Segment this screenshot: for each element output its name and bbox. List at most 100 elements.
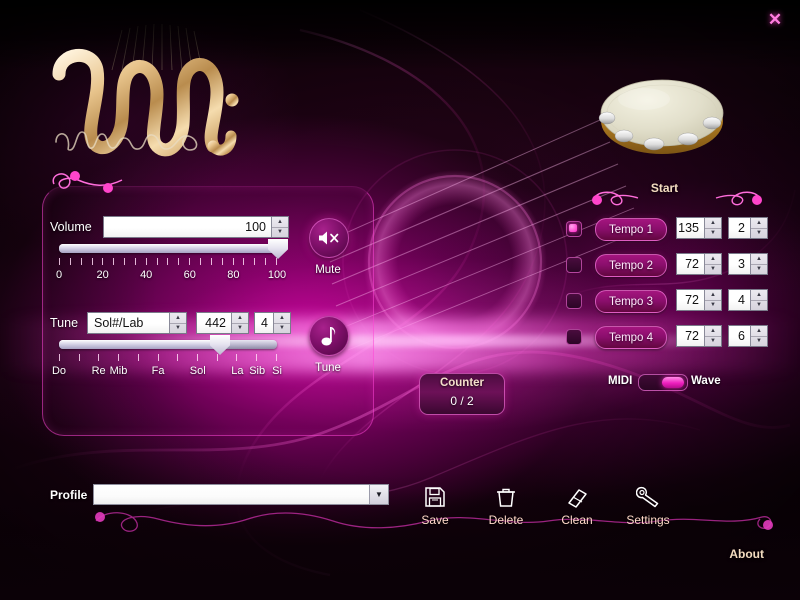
counter-widget: Counter 0 / 2 [419, 373, 505, 415]
tempo-bpm-1[interactable]: 135 ▲ ▼ [676, 217, 722, 239]
tempo-bpm-3-spinner[interactable]: ▲ ▼ [704, 290, 721, 310]
volume-tick-label: 40 [140, 269, 153, 281]
profile-combobox[interactable]: ▼ [93, 484, 389, 505]
tempo-button-4[interactable]: Tempo 4 [595, 326, 667, 349]
tempo-bpm-2-value: 72 [677, 254, 704, 274]
tune-note-input[interactable]: Sol#/Lab ▲ ▼ [87, 312, 187, 334]
tempo-beats-2-spinner-up[interactable]: ▲ [751, 254, 767, 265]
tempo-beats-3-spinner[interactable]: ▲ ▼ [750, 290, 767, 310]
tune-slider-track[interactable] [59, 340, 277, 349]
tune-octave-spinner[interactable]: ▲ ▼ [273, 313, 290, 333]
tune-tick [177, 354, 179, 361]
tempo-button-1[interactable]: Tempo 1 [595, 218, 667, 241]
volume-tick [69, 258, 71, 265]
tempo-bpm-4-spinner-down[interactable]: ▼ [705, 337, 721, 347]
tune-caption: Tune [315, 362, 341, 374]
volume-tick [232, 258, 234, 265]
tempo-radio-2[interactable] [566, 257, 582, 273]
tune-tick [98, 354, 100, 361]
tempo-beats-2[interactable]: 3 ▲ ▼ [728, 253, 768, 275]
volume-input[interactable]: 100 ▲ ▼ [103, 216, 289, 238]
output-mode-toggle-knob[interactable] [662, 377, 684, 388]
tempo-bpm-2-spinner[interactable]: ▲ ▼ [704, 254, 721, 274]
tune-note-spinner[interactable]: ▲ ▼ [169, 313, 186, 333]
volume-tick [178, 258, 180, 265]
output-mode-toggle[interactable] [638, 374, 688, 391]
tune-frequency-input[interactable]: 442 ▲ ▼ [196, 312, 249, 334]
tune-note-value: Sol#/Lab [88, 313, 169, 333]
tempo-bpm-3[interactable]: 72 ▲ ▼ [676, 289, 722, 311]
profile-value[interactable] [94, 485, 369, 504]
tempo-bpm-2-spinner-up[interactable]: ▲ [705, 254, 721, 265]
tune-note-label: Do [51, 365, 67, 377]
tune-octave-spinner-down[interactable]: ▼ [274, 324, 290, 334]
tempo-beats-4-spinner[interactable]: ▲ ▼ [750, 326, 767, 346]
tempo-beats-3-value: 4 [729, 290, 750, 310]
tempo-bpm-1-spinner-down[interactable]: ▼ [705, 229, 721, 239]
volume-spinner-down[interactable]: ▼ [272, 228, 288, 238]
tune-frequency-spinner-down[interactable]: ▼ [232, 324, 248, 334]
tempo-beats-4-spinner-up[interactable]: ▲ [751, 326, 767, 337]
volume-tick-label: 0 [55, 269, 63, 281]
tune-octave-spinner-up[interactable]: ▲ [274, 313, 290, 324]
tune-frequency-spinner[interactable]: ▲ ▼ [231, 313, 248, 333]
tempo-bpm-4-spinner[interactable]: ▲ ▼ [704, 326, 721, 346]
tune-note-spinner-up[interactable]: ▲ [170, 313, 186, 324]
tune-note-spinner-down[interactable]: ▼ [170, 324, 186, 334]
volume-spinner-up[interactable]: ▲ [272, 217, 288, 228]
tempo-radio-3[interactable] [566, 293, 582, 309]
tempo-bpm-2[interactable]: 72 ▲ ▼ [676, 253, 722, 275]
tempo-radio-4[interactable] [566, 329, 582, 345]
delete-button[interactable]: Delete [471, 482, 541, 527]
close-button[interactable]: ✕ [765, 9, 785, 29]
tambourine-image [598, 79, 724, 154]
volume-tick-marks [59, 258, 277, 265]
volume-tick [167, 258, 169, 265]
chevron-down-icon[interactable]: ▼ [369, 485, 388, 504]
mute-button[interactable] [309, 218, 349, 258]
tempo-beats-2-spinner[interactable]: ▲ ▼ [750, 254, 767, 274]
volume-label: Volume [50, 220, 92, 234]
tempo-beats-2-spinner-down[interactable]: ▼ [751, 265, 767, 275]
tempo-bpm-3-spinner-up[interactable]: ▲ [705, 290, 721, 301]
settings-button[interactable]: Settings [613, 482, 683, 527]
tempo-bpm-2-spinner-down[interactable]: ▼ [705, 265, 721, 275]
tune-frequency-spinner-up[interactable]: ▲ [232, 313, 248, 324]
tempo-beats-4[interactable]: 6 ▲ ▼ [728, 325, 768, 347]
tempo-beats-3-spinner-down[interactable]: ▼ [751, 301, 767, 311]
tune-button[interactable] [309, 316, 349, 356]
volume-slider-fill [59, 244, 277, 253]
tempo-beats-1-spinner-up[interactable]: ▲ [751, 218, 767, 229]
volume-slider-track[interactable] [59, 244, 277, 253]
tempo-beats-3-spinner-up[interactable]: ▲ [751, 290, 767, 301]
tempo-beats-1[interactable]: 2 ▲ ▼ [728, 217, 768, 239]
tempo-bpm-1-spinner-up[interactable]: ▲ [705, 218, 721, 229]
tempo-beats-1-spinner-down[interactable]: ▼ [751, 229, 767, 239]
app-window: ✕ Volume 100 ▲ ▼ 0 20 40 60 80 100 Mute Tune … [0, 0, 800, 600]
about-link[interactable]: About [729, 547, 764, 561]
tempo-bpm-4-spinner-up[interactable]: ▲ [705, 326, 721, 337]
save-button[interactable]: Save [400, 482, 470, 527]
volume-tick [189, 258, 191, 265]
music-note-icon [321, 327, 336, 346]
tempo-beats-3[interactable]: 4 ▲ ▼ [728, 289, 768, 311]
volume-tick-label: 100 [267, 269, 287, 281]
tempo-beats-1-spinner[interactable]: ▲ ▼ [750, 218, 767, 238]
tune-tick [118, 354, 120, 361]
volume-spinner[interactable]: ▲ ▼ [271, 217, 288, 237]
wrench-icon [636, 486, 659, 508]
tempo-button-2[interactable]: Tempo 2 [595, 254, 667, 277]
tempo-beats-4-spinner-down[interactable]: ▼ [751, 337, 767, 347]
wave-label: Wave [691, 375, 721, 387]
volume-tick [80, 258, 82, 265]
tempo-bpm-3-spinner-down[interactable]: ▼ [705, 301, 721, 311]
tempo-bpm-1-spinner[interactable]: ▲ ▼ [704, 218, 721, 238]
volume-tick [59, 258, 60, 265]
clean-button[interactable]: Clean [542, 482, 612, 527]
tempo-bpm-4[interactable]: 72 ▲ ▼ [676, 325, 722, 347]
tune-octave-input[interactable]: 4 ▲ ▼ [254, 312, 291, 334]
tempo-radio-1[interactable] [566, 221, 582, 237]
tempo-button-3[interactable]: Tempo 3 [595, 290, 667, 313]
tempo-bpm-3-value: 72 [677, 290, 704, 310]
volume-tick-labels: 0 20 40 60 80 100 [55, 269, 286, 283]
